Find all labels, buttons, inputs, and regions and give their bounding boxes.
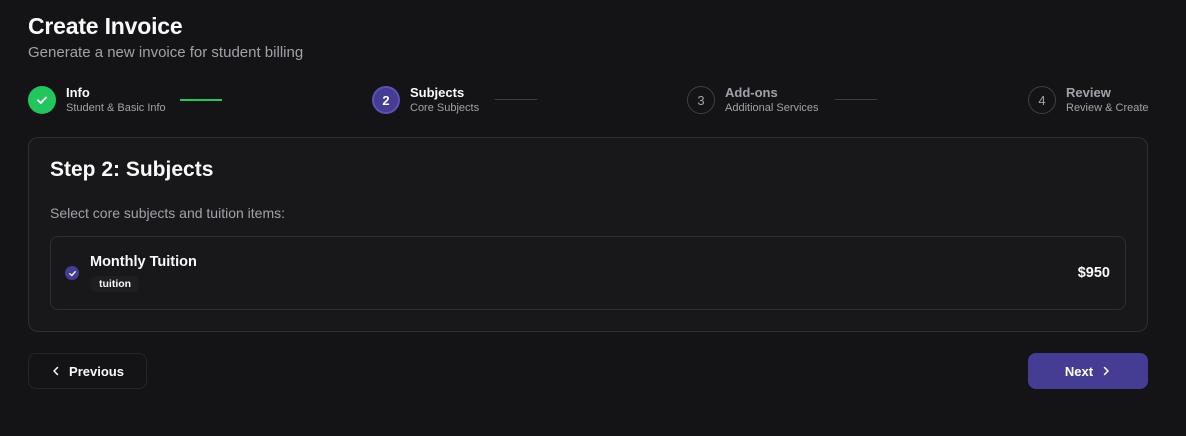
step-addons[interactable]: 3 Add-ons Additional Services (687, 84, 819, 116)
step-number: 3 (687, 86, 715, 114)
page-title: Create Invoice (28, 13, 183, 39)
subject-item-monthly-tuition[interactable]: Monthly Tuition tuition $950 (50, 236, 1126, 310)
chevron-left-icon (51, 366, 61, 376)
step-subjects[interactable]: 2 Subjects Core Subjects (372, 84, 479, 116)
step-label: Subjects (410, 84, 465, 100)
step-review[interactable]: 4 Review Review & Create (1028, 84, 1149, 116)
chevron-right-icon (1101, 366, 1111, 376)
page-subtitle: Generate a new invoice for student billi… (28, 44, 304, 61)
step-label: Add-ons (725, 84, 778, 100)
step-sublabel: Review & Create (1066, 101, 1149, 114)
next-label: Next (1064, 363, 1094, 379)
step-connector (495, 99, 537, 100)
create-invoice-page: Create Invoice Generate a new invoice fo… (0, 0, 1186, 436)
next-button[interactable]: Next (1028, 353, 1148, 389)
step-connector-complete (180, 99, 222, 101)
check-circle-icon[interactable] (65, 266, 79, 280)
step-number: 4 (1028, 86, 1056, 114)
subjects-card: Step 2: Subjects Select core subjects an… (28, 137, 1148, 332)
step-sublabel: Additional Services (725, 101, 819, 114)
item-name: Monthly Tuition (90, 254, 197, 270)
step-sublabel: Student & Basic Info (66, 101, 166, 114)
previous-label: Previous (69, 363, 124, 379)
step-label: Info (66, 84, 90, 100)
step-connector (835, 99, 877, 100)
step-label: Review (1066, 84, 1111, 100)
card-description: Select core subjects and tuition items: (50, 205, 286, 221)
step-info[interactable]: Info Student & Basic Info (28, 84, 166, 116)
previous-button[interactable]: Previous (28, 353, 147, 389)
item-tag-badge: tuition (91, 276, 140, 292)
item-price: $950 (1077, 265, 1110, 281)
step-number: 2 (372, 86, 400, 114)
check-icon (28, 86, 56, 114)
step-sublabel: Core Subjects (410, 101, 480, 114)
card-title: Step 2: Subjects (50, 158, 214, 181)
